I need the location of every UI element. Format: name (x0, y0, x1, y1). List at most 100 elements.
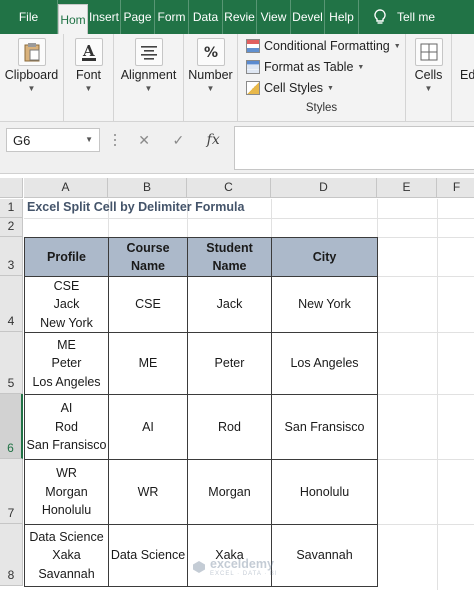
row-header-3[interactable]: 3 (0, 237, 23, 276)
select-all-button[interactable] (0, 178, 23, 198)
alignment-label: Alignment (120, 68, 177, 82)
group-alignment[interactable]: Alignment ▼ (114, 34, 184, 122)
chevron-down-icon: ▼ (84, 84, 93, 93)
cell-profile[interactable]: WR Morgan Honolulu (24, 459, 109, 525)
cell-profile[interactable]: AI Rod San Fransisco (24, 394, 109, 460)
cell-city[interactable]: Honolulu (271, 459, 378, 525)
column-header-a[interactable]: A (24, 178, 108, 198)
column-header-f[interactable]: F (437, 178, 474, 198)
cell-profile[interactable]: CSE Jack New York (24, 276, 109, 333)
align-icon (135, 38, 163, 66)
worksheet-grid[interactable]: A B C D E F 1 2 3 4 5 6 7 8 Excel Split … (0, 174, 474, 590)
sheet-title[interactable]: Excel Split Cell by Delimiter Formula (27, 200, 244, 214)
row-header-4[interactable]: 4 (0, 276, 23, 332)
format-as-table-button[interactable]: Format as Table ▼ (246, 57, 364, 77)
chevron-down-icon: ▼ (327, 84, 334, 92)
format-table-icon (246, 60, 260, 74)
cell-city[interactable]: Los Angeles (271, 332, 378, 395)
percent-icon: % (197, 38, 225, 66)
cell-profile[interactable]: Data Science Xaka Savannah (24, 524, 109, 587)
group-number[interactable]: % Number ▼ (184, 34, 238, 122)
cells-icon (415, 38, 443, 66)
row-header-5[interactable]: 5 (0, 332, 23, 394)
gridline (377, 394, 474, 395)
gridline (377, 459, 474, 460)
formula-buttons: ✕ ✓ fx (127, 128, 231, 152)
chevron-down-icon: ▼ (393, 42, 401, 50)
tab-page-layout[interactable]: Page (121, 0, 155, 34)
group-styles: Conditional Formatting ▼ Format as Table… (238, 34, 406, 122)
name-box[interactable]: G6 ▼ (6, 128, 100, 152)
header-city[interactable]: City (271, 237, 378, 277)
column-header-c[interactable]: C (187, 178, 271, 198)
cell-city[interactable]: San Fransisco (271, 394, 378, 460)
svg-text:A: A (82, 42, 95, 60)
chevron-down-icon: ▼ (424, 84, 433, 93)
cell-styles-button[interactable]: Cell Styles ▼ (246, 78, 334, 98)
tab-formulas[interactable]: Form (155, 0, 189, 34)
chevron-down-icon: ▼ (357, 63, 365, 71)
tab-view[interactable]: View (257, 0, 291, 34)
cells-label: Cells (414, 68, 443, 82)
editing-label: Ed (460, 68, 474, 82)
ribbon: Clipboard ▼ A Font ▼ Alignment ▼ % Numbe… (0, 34, 474, 122)
column-header-d[interactable]: D (271, 178, 377, 198)
group-clipboard[interactable]: Clipboard ▼ (0, 34, 64, 122)
watermark-tagline: EXCEL · DATA · BI (210, 570, 278, 577)
row-header-8[interactable]: 8 (0, 524, 23, 586)
tab-help[interactable]: Help (325, 0, 359, 34)
cell-course[interactable]: CSE (108, 276, 188, 333)
drag-handle-icon[interactable] (113, 132, 117, 148)
chevron-down-icon: ▼ (206, 84, 215, 93)
font-color-icon: A (75, 38, 103, 66)
function-icon[interactable]: fx (207, 132, 220, 148)
tab-home[interactable]: Hom (58, 4, 88, 34)
cell-styles-icon (246, 81, 260, 95)
gridline (24, 218, 474, 219)
row-header-2[interactable]: 2 (0, 218, 23, 237)
tab-data[interactable]: Data (189, 0, 223, 34)
chevron-down-icon: ▼ (144, 84, 153, 93)
tab-file[interactable]: File (0, 0, 58, 34)
group-font[interactable]: A Font ▼ (64, 34, 114, 122)
lightbulb-icon (374, 9, 386, 24)
cell-profile[interactable]: ME Peter Los Angeles (24, 332, 109, 395)
cell-course[interactable]: Data Science (108, 524, 188, 587)
clipboard-icon (18, 38, 46, 66)
row-header-6[interactable]: 6 (0, 394, 23, 459)
tab-review[interactable]: Revie (223, 0, 257, 34)
group-cells[interactable]: Cells ▼ (406, 34, 452, 122)
cell-city[interactable]: Savannah (271, 524, 378, 587)
enter-icon[interactable]: ✓ (172, 132, 184, 149)
tab-insert[interactable]: Insert (88, 0, 121, 34)
cell-course[interactable]: AI (108, 394, 188, 460)
column-header-b[interactable]: B (108, 178, 187, 198)
cancel-icon[interactable]: ✕ (138, 132, 150, 149)
watermark: exceldemy EXCEL · DATA · BI (192, 558, 278, 577)
header-student-name[interactable]: Student Name (187, 237, 272, 277)
cell-student[interactable]: Jack (187, 276, 272, 333)
gridline (437, 199, 438, 590)
row-header-7[interactable]: 7 (0, 459, 23, 524)
watermark-logo-icon (193, 561, 205, 574)
tell-me-search[interactable]: Tell me (359, 0, 435, 34)
ribbon-tab-bar: File Hom Insert Page Form Data Revie Vie… (0, 0, 474, 34)
number-label: Number (188, 68, 233, 82)
formula-input[interactable] (234, 126, 474, 170)
cell-student[interactable]: Rod (187, 394, 272, 460)
chevron-down-icon: ▼ (27, 84, 36, 93)
cell-course[interactable]: WR (108, 459, 188, 525)
header-profile[interactable]: Profile (24, 237, 109, 277)
cell-student[interactable]: Peter (187, 332, 272, 395)
cell-student[interactable]: Morgan (187, 459, 272, 525)
cell-city[interactable]: New York (271, 276, 378, 333)
row-header-1[interactable]: 1 (0, 199, 23, 218)
cell-student[interactable]: Xaka (187, 524, 272, 587)
gridline (377, 276, 474, 277)
cell-course[interactable]: ME (108, 332, 188, 395)
header-course-name[interactable]: Course Name (108, 237, 188, 277)
tab-developer[interactable]: Devel (291, 0, 325, 34)
conditional-formatting-button[interactable]: Conditional Formatting ▼ (246, 36, 401, 56)
column-header-e[interactable]: E (377, 178, 437, 198)
group-editing[interactable]: Ed (452, 34, 474, 122)
